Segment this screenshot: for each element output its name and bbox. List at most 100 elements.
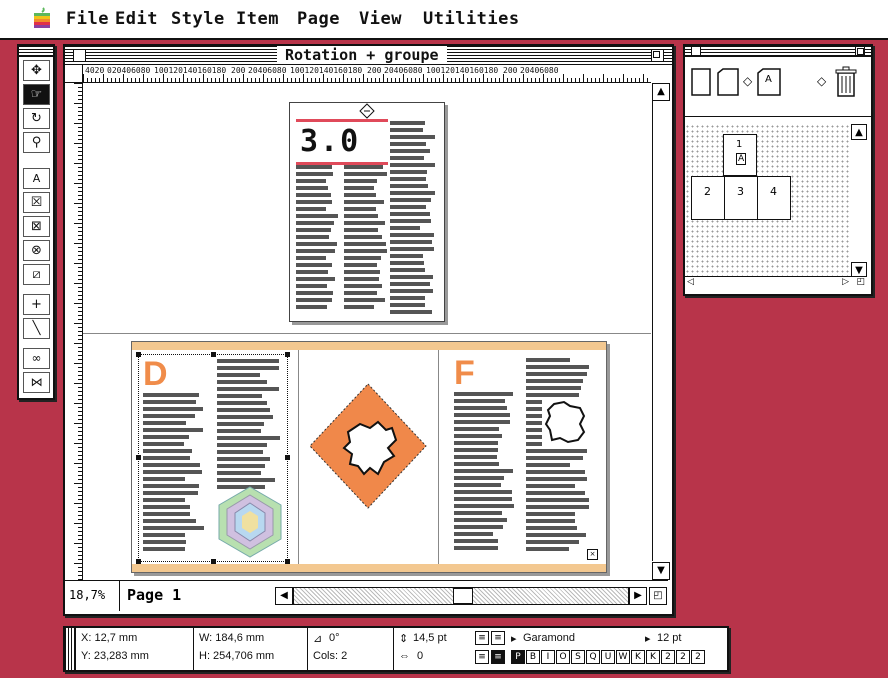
- apple-menu-icon[interactable]: [32, 7, 52, 29]
- trash-icon[interactable]: [835, 66, 857, 98]
- page-thumb-1[interactable]: 1 A: [723, 134, 757, 176]
- scroll-up-arrow-icon[interactable]: ▲: [652, 83, 670, 101]
- ruler-tick: [99, 78, 100, 82]
- text-style-button[interactable]: I: [541, 650, 555, 664]
- text-style-button[interactable]: P: [511, 650, 525, 664]
- page-palette-close-icon[interactable]: [691, 46, 701, 56]
- title-col-left: [296, 165, 340, 315]
- ruler-tick: [78, 235, 82, 236]
- width-field[interactable]: W: 184,6 mm: [199, 632, 264, 644]
- selected-text-box[interactable]: D: [136, 352, 290, 564]
- ruler-tick: [78, 295, 82, 296]
- document-pages-area[interactable]: 1 A 2 3 4: [685, 124, 851, 276]
- page-palette-hscroll[interactable]: ◁ ▷ ◰: [685, 276, 867, 291]
- text-style-button[interactable]: K: [631, 650, 645, 664]
- zoom-tool-icon[interactable]: ⚲: [23, 132, 50, 153]
- unlinking-tool-icon[interactable]: ⋈: [23, 372, 50, 393]
- y-field[interactable]: Y: 23,283 mm: [81, 650, 149, 662]
- tracking-arrows-icon[interactable]: ⇔: [399, 650, 410, 662]
- pasteboard[interactable]: 3.0 D F ×: [83, 83, 651, 580]
- rotation-handle-icon[interactable]: [359, 103, 375, 119]
- height-field[interactable]: H: 254,706 mm: [199, 650, 274, 662]
- scroll-left-arrow-icon[interactable]: ◀: [275, 587, 293, 605]
- vertical-scrollbar[interactable]: [652, 101, 670, 561]
- orthogonal-line-tool-icon[interactable]: +: [23, 294, 50, 315]
- page-palette-titlebar[interactable]: [685, 46, 871, 57]
- text-box-tool-icon[interactable]: A: [23, 168, 50, 189]
- vertical-ruler[interactable]: [65, 83, 83, 580]
- zoom-box-icon[interactable]: [651, 49, 664, 62]
- menu-view[interactable]: View: [359, 9, 402, 29]
- spread[interactable]: D F ×: [131, 341, 607, 573]
- size-field[interactable]: 12 pt: [657, 632, 681, 644]
- page-palette-scroll-right-icon[interactable]: ▷: [842, 277, 849, 287]
- page-palette-resize-icon[interactable]: ◰: [856, 277, 865, 287]
- scroll-down-arrow-icon[interactable]: ▼: [652, 562, 670, 580]
- horizontal-ruler[interactable]: 4020 020406080 100120140160180 200 20406080 1…: [83, 65, 651, 83]
- page-palette-scroll-left-icon[interactable]: ◁: [687, 277, 694, 287]
- menu-file[interactable]: File: [66, 9, 109, 29]
- scroll-right-arrow-icon[interactable]: ▶: [629, 587, 647, 605]
- ruler-tick: [155, 78, 156, 82]
- page-palette-zoom-icon[interactable]: [855, 46, 865, 56]
- blank-single-page-icon[interactable]: [691, 68, 711, 96]
- text-style-button[interactable]: W: [616, 650, 630, 664]
- text-style-button[interactable]: Q: [586, 650, 600, 664]
- text-style-button[interactable]: U: [601, 650, 615, 664]
- text-style-button[interactable]: 2: [676, 650, 690, 664]
- ruler-tick: [78, 575, 82, 576]
- content-tool-icon[interactable]: ☞: [23, 84, 50, 105]
- page-number[interactable]: Page 1: [127, 586, 181, 604]
- leading-arrows-icon[interactable]: ⇕: [399, 632, 408, 645]
- x-field[interactable]: X: 12,7 mm: [81, 632, 137, 644]
- line-tool-icon[interactable]: ╲: [23, 318, 50, 339]
- page-thumb-4[interactable]: 4: [757, 176, 791, 220]
- text-style-button[interactable]: 2: [661, 650, 675, 664]
- size-menu-icon[interactable]: ▸: [645, 632, 651, 645]
- font-field[interactable]: Garamond: [523, 632, 575, 644]
- close-box-icon[interactable]: [73, 49, 86, 62]
- align-right-icon[interactable]: ≡: [475, 650, 489, 664]
- resize-box-icon[interactable]: ◰: [649, 587, 667, 605]
- text-style-button[interactable]: O: [556, 650, 570, 664]
- document-titlebar[interactable]: Rotation + groupe: [65, 46, 672, 65]
- left-col-1: [143, 393, 205, 555]
- tracking-field[interactable]: 0: [417, 650, 423, 662]
- menu-page[interactable]: Page: [297, 9, 340, 29]
- align-center-icon[interactable]: ≡: [491, 631, 505, 645]
- rect-picture-tool-icon[interactable]: ☒: [23, 192, 50, 213]
- polygon-picture-tool-icon[interactable]: ⧄: [23, 264, 50, 285]
- text-style-button[interactable]: S: [571, 650, 585, 664]
- rounded-picture-tool-icon[interactable]: ⊠: [23, 216, 50, 237]
- oval-picture-tool-icon[interactable]: ⊗: [23, 240, 50, 261]
- blank-facing-page-icon[interactable]: [717, 68, 739, 96]
- menu-utilities[interactable]: Utilities: [423, 9, 520, 29]
- text-style-button[interactable]: K: [646, 650, 660, 664]
- rotation-tool-icon[interactable]: ↻: [23, 108, 50, 129]
- tool-palette-titlebar[interactable]: [19, 46, 53, 57]
- page-palette-scroll-up-icon[interactable]: ▲: [851, 124, 867, 140]
- menu-edit[interactable]: Edit: [115, 9, 158, 29]
- leading-field[interactable]: 14,5 pt: [413, 632, 447, 644]
- item-tool-icon[interactable]: ✥: [23, 60, 50, 81]
- measurements-drag-bar[interactable]: [65, 628, 76, 670]
- page-thumb-2[interactable]: 2: [691, 176, 725, 220]
- right-page-text[interactable]: F ×: [450, 354, 598, 560]
- angle-field[interactable]: 0°: [329, 632, 340, 644]
- menu-style[interactable]: Style: [171, 9, 225, 29]
- menu-item[interactable]: Item: [236, 9, 279, 29]
- align-left-icon[interactable]: ≡: [475, 631, 489, 645]
- align-justify-icon[interactable]: ≡: [491, 650, 505, 664]
- page-thumb-3[interactable]: 3: [724, 176, 758, 220]
- ruler-origin[interactable]: [65, 65, 83, 83]
- title-page[interactable]: 3.0: [289, 102, 445, 322]
- columns-field[interactable]: Cols: 2: [313, 650, 347, 662]
- zoom-percentage[interactable]: 18,7%: [69, 588, 105, 602]
- ruler-tick: [551, 78, 552, 82]
- text-style-button[interactable]: 2: [691, 650, 705, 664]
- font-menu-icon[interactable]: ▸: [511, 632, 517, 645]
- linking-tool-icon[interactable]: ∞: [23, 348, 50, 369]
- text-style-button[interactable]: B: [526, 650, 540, 664]
- scroll-thumb[interactable]: [453, 588, 473, 604]
- text-line: [454, 525, 503, 529]
